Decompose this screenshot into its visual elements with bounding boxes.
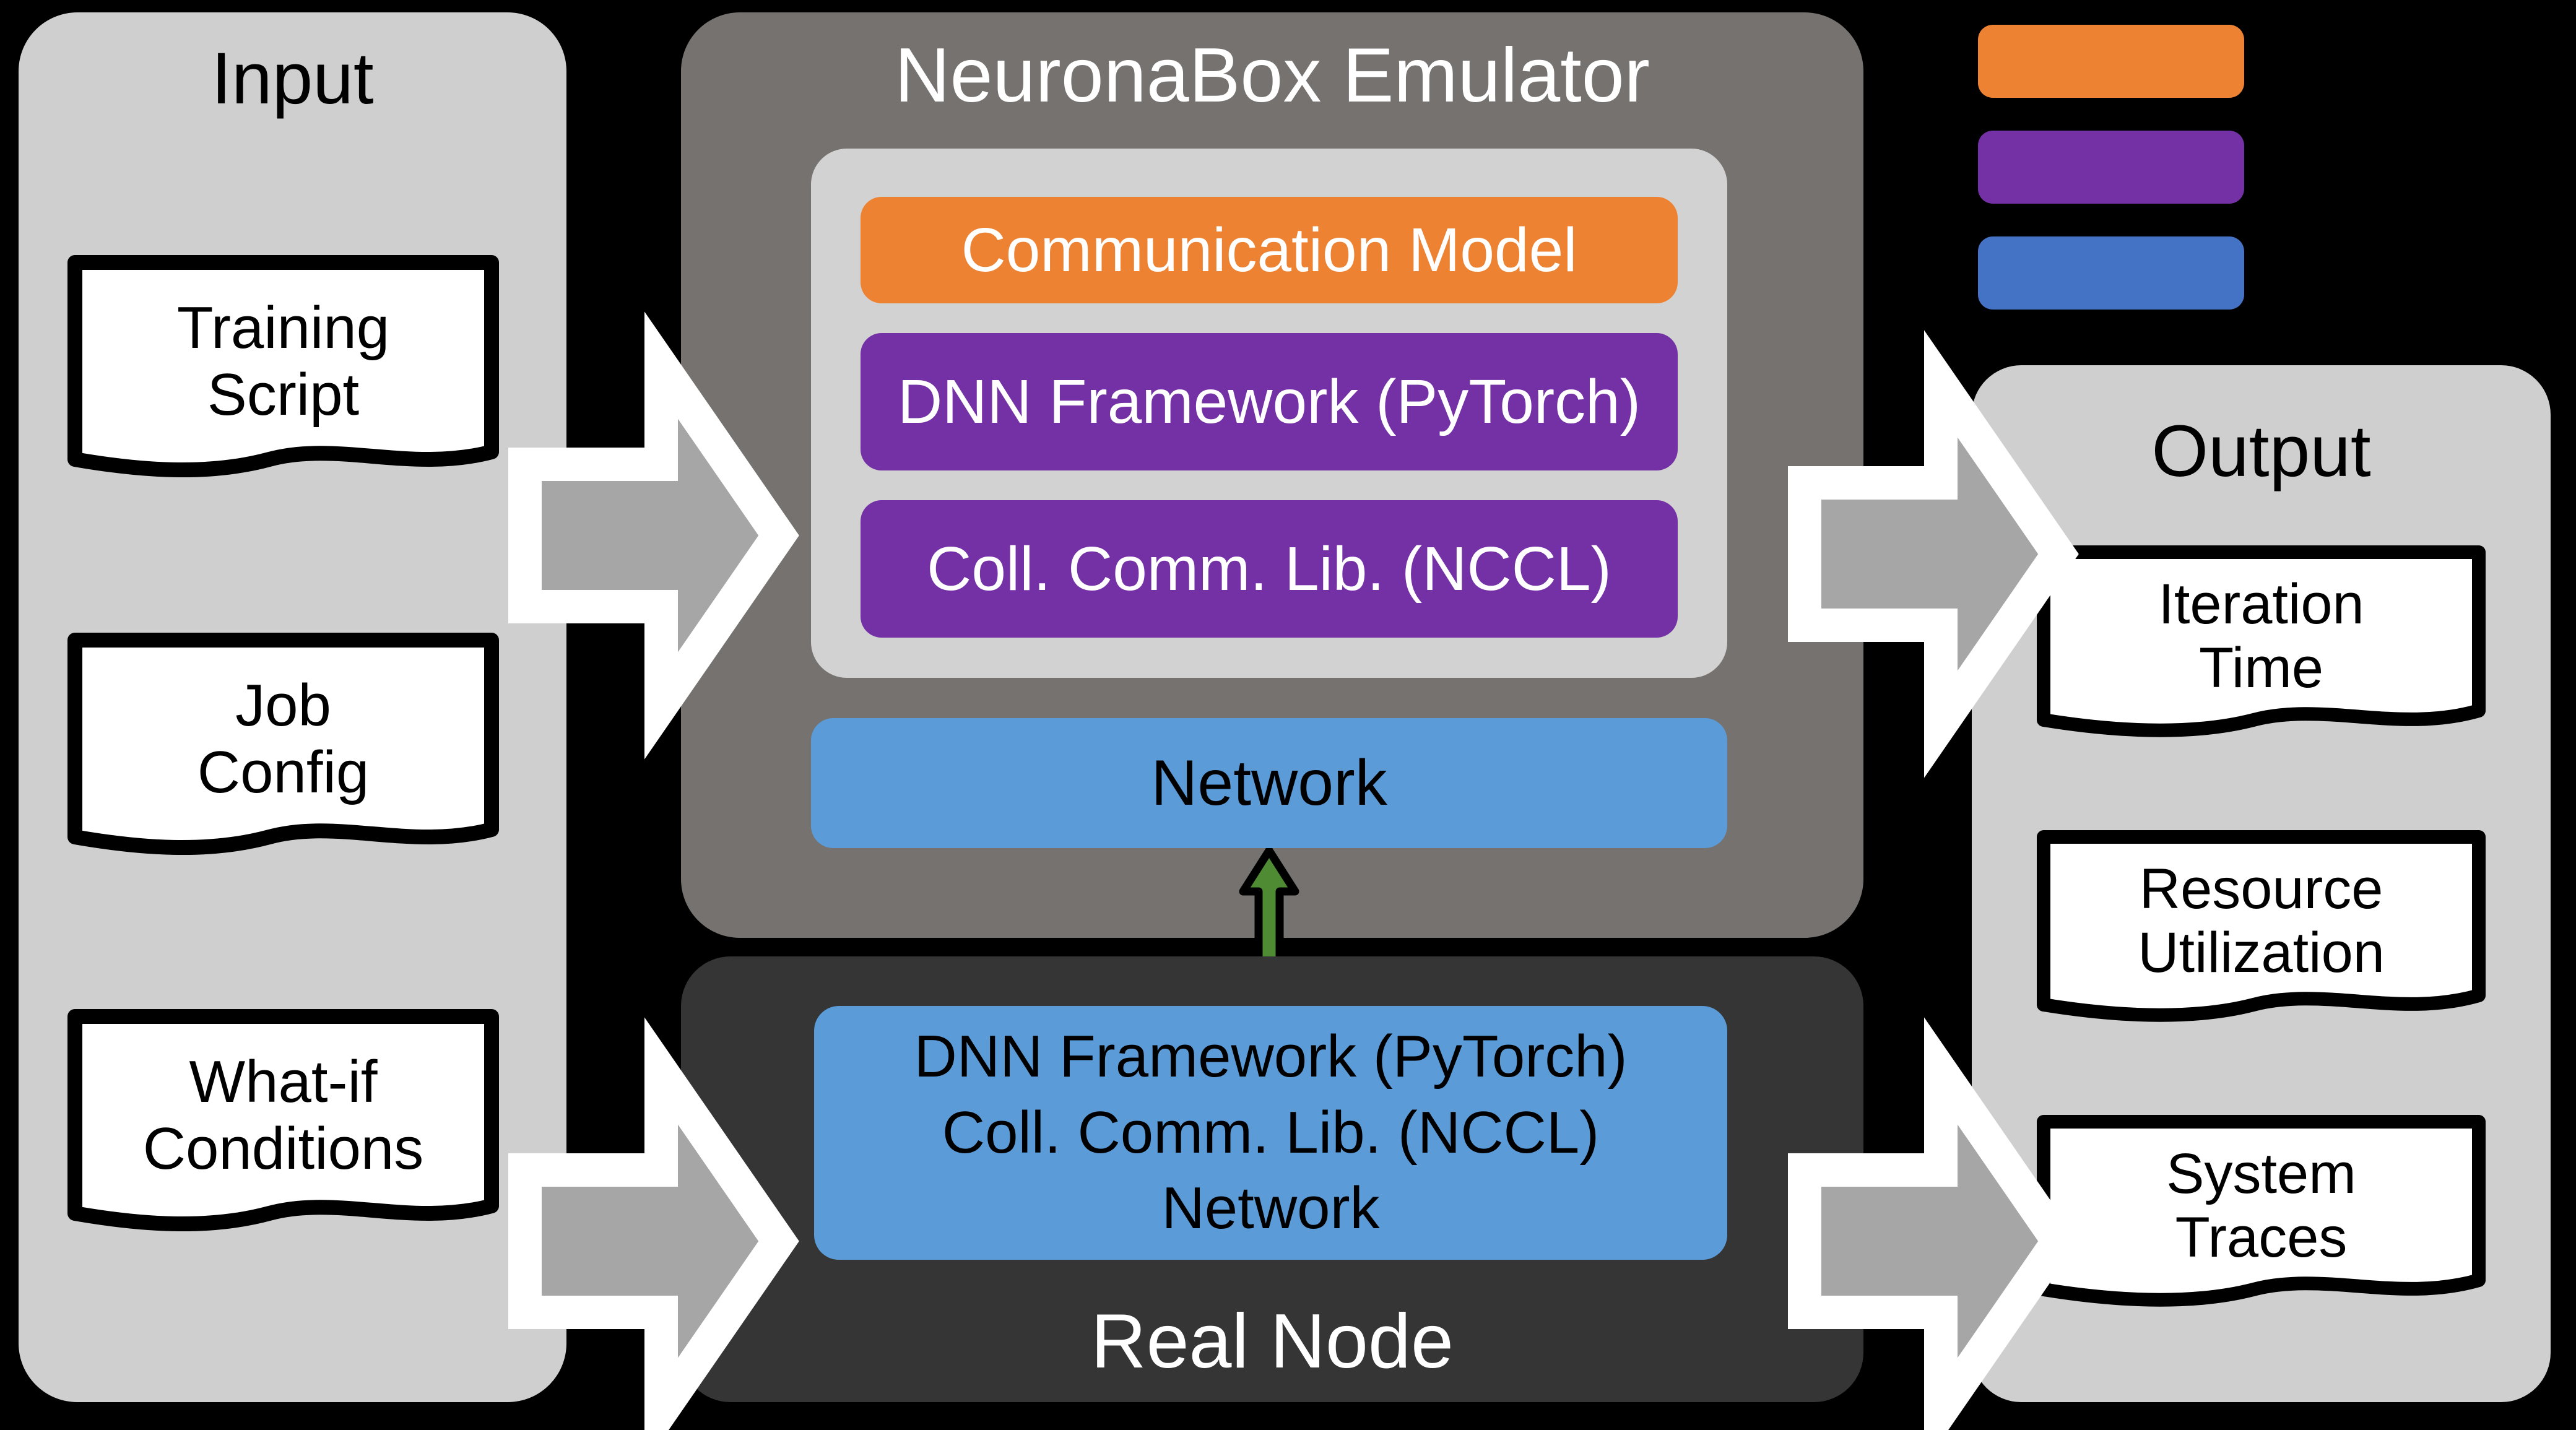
input-doc-training-script: Training Script [65,255,501,503]
input-doc-what-if-conditions: What-if Conditions [65,1009,501,1257]
layer-label: DNN Framework (PyTorch) [897,367,1641,436]
doc-line: Config [197,739,370,805]
emulator-software-stack-container: Communication Model DNN Framework (PyTor… [811,149,1727,678]
output-doc-resource-utilization-label: Resource Utilization [2034,830,2489,1013]
output-doc-iteration-time: Iteration Time [2034,545,2489,758]
legend-swatch-communication-model [1978,25,2244,98]
input-panel-title: Input [211,38,374,119]
doc-line: System [2166,1142,2356,1206]
legend-swatch-network [1978,236,2244,310]
doc-line: Time [2198,636,2324,700]
real-node-panel-title: Real Node [1091,1299,1454,1384]
real-node-line: DNN Framework (PyTorch) [914,1023,1628,1090]
arrow-whatif-to-realnode-icon [508,1017,799,1430]
input-doc-what-if-conditions-label: What-if Conditions [65,1009,501,1222]
arrow-emulator-to-output-icon [1788,330,2079,778]
legend-swatches [1978,25,2244,342]
emulator-panel-title: NeuronaBox Emulator [895,33,1650,118]
output-doc-system-traces-label: System Traces [2034,1114,2489,1298]
arrow-realnode-to-output-icon [1788,1017,2079,1430]
doc-line: Iteration [2158,573,2364,636]
output-doc-system-traces: System Traces [2034,1114,2489,1328]
arrow-input-to-emulator-icon [508,311,799,760]
network-bar-label: Network [1151,747,1387,819]
legend-swatch-dnn-stack [1978,131,2244,204]
real-node-line: Network [1161,1175,1380,1242]
layer-communication-model: Communication Model [861,197,1678,303]
input-doc-training-script-label: Training Script [65,255,501,468]
diagram-canvas: Input Training Script Job Config What-if… [0,0,2576,1430]
real-node-line: Coll. Comm. Lib. (NCCL) [942,1099,1600,1166]
doc-line: Training [176,295,390,362]
layer-dnn-framework: DNN Framework (PyTorch) [861,333,1678,470]
real-node-stack-block: DNN Framework (PyTorch) Coll. Comm. Lib.… [814,1006,1727,1260]
doc-line: Script [207,362,360,428]
doc-line: Job [235,672,331,739]
layer-label: Coll. Comm. Lib. (NCCL) [927,534,1611,604]
output-doc-resource-utilization: Resource Utilization [2034,830,2489,1043]
layer-label: Communication Model [961,215,1577,285]
doc-line: What-if [189,1049,378,1116]
doc-line: Utilization [2138,921,2385,985]
input-doc-job-config: Job Config [65,633,501,880]
layer-collective-comm-library: Coll. Comm. Lib. (NCCL) [861,500,1678,638]
doc-line: Traces [2175,1206,2348,1270]
doc-line: Conditions [142,1116,424,1182]
input-doc-job-config-label: Job Config [65,633,501,846]
emulator-network-bar: Network [811,718,1727,848]
output-doc-iteration-time-label: Iteration Time [2034,545,2489,729]
doc-line: Resource [2139,857,2383,921]
